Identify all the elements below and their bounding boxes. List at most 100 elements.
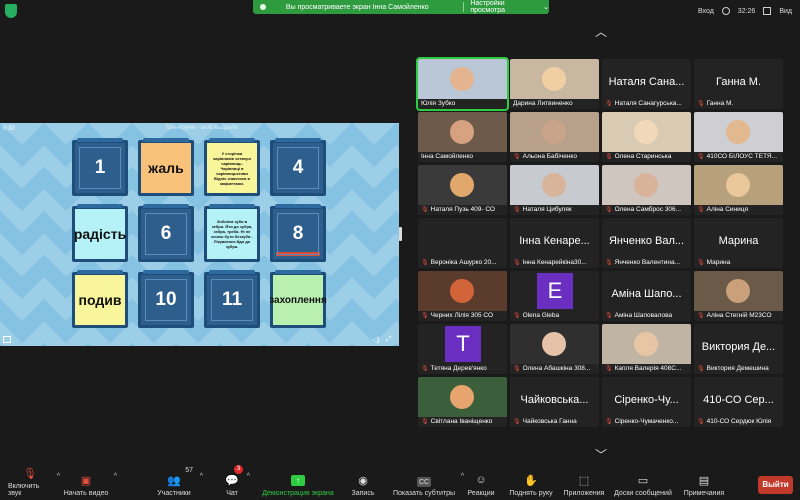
volume-icon[interactable]: ◁) <box>372 336 380 344</box>
video-feed <box>418 165 507 205</box>
participants-button[interactable]: 👥 Участники 57 ^ <box>157 463 203 500</box>
participant-name: 🎙 Аліна Синиця <box>697 206 781 213</box>
raise-hand-button[interactable]: ✋ Поднять руку <box>509 463 553 500</box>
mic-muted-icon: 🎙 <box>513 260 521 266</box>
participant-tile[interactable]: 🎙 Наталя Цибуляк <box>510 165 599 215</box>
mic-muted-icon: 🎙 <box>605 366 613 372</box>
chevron-up-icon[interactable]: ^ <box>247 473 250 480</box>
shared-screen[interactable]: 0:30 Тренируем - шоб выдрати 1 жаль У ст… <box>0 123 399 346</box>
participant-tile[interactable]: Аміна Шапо... 🎙 Аміна Шаповалова <box>602 271 691 321</box>
participant-tile[interactable]: Інна Кенаре... 🎙 Інна Кенарейкіна30... <box>510 218 599 268</box>
view-button[interactable]: Вид <box>779 8 792 15</box>
grid-view-icon[interactable] <box>763 7 772 15</box>
participant-tile[interactable]: Сіренко-Чу... 🎙 Сіренко-Чумаченко... <box>602 377 691 427</box>
notes-button[interactable]: ▤ Примечания <box>683 463 725 500</box>
participant-face <box>634 173 658 197</box>
game-tile-6[interactable]: 6 <box>138 204 194 262</box>
participant-tile[interactable]: 410-СО Сер... 🎙 410-СО Сердюк Юлія <box>694 377 783 427</box>
gallery-down-chevron-icon[interactable]: ﹀ <box>590 449 612 461</box>
game-tile-1[interactable]: 1 <box>72 138 128 196</box>
game-tile-5[interactable]: радість <box>72 204 128 262</box>
cc-icon: CC <box>417 477 431 487</box>
share-screen-button[interactable]: ↑ Демонстрация экрана <box>261 463 335 500</box>
mic-muted-icon: 🎙 <box>697 366 705 372</box>
participant-name-text: Ганна М. <box>706 100 734 107</box>
notes-label: Примечания <box>683 490 725 497</box>
apps-icon: ⬚ <box>578 474 590 487</box>
participant-tile[interactable]: 🎙 Олена Самброс 306... <box>602 165 691 215</box>
screen-timer: 0:30 <box>3 126 15 132</box>
participant-name: 🎙 Інна Кенарейкіна30... <box>513 259 597 266</box>
whiteboards-button[interactable]: ▭ Доски сообщений <box>614 463 672 500</box>
participant-name-text: Інна Самойленко <box>421 153 474 160</box>
captions-button[interactable]: CC Показать субтитры ^ <box>392 463 464 500</box>
game-tile-8[interactable]: 8 <box>270 204 326 262</box>
game-tile-2[interactable]: жаль <box>138 138 194 196</box>
login-button[interactable]: Вход <box>698 8 714 15</box>
game-tile-12[interactable]: захоплення <box>269 270 327 328</box>
game-tile-4[interactable]: 4 <box>270 138 326 196</box>
chat-badge: 3 <box>234 465 243 474</box>
participant-name: Юлія Зубко <box>421 100 505 107</box>
video-button[interactable]: ▣ Начать видео ^ <box>63 463 117 500</box>
participant-tile[interactable]: 🎙 Вероніка Ашурко 20... <box>418 218 507 268</box>
participant-tile[interactable]: Інна Самойленко <box>418 112 507 162</box>
participant-tile[interactable]: E 🎙 Olena Gleba <box>510 271 599 321</box>
participant-tile[interactable]: 🎙 410СО БІЛОУС ТЕТЯ... <box>694 112 783 162</box>
game-tile-9[interactable]: подив <box>72 270 128 328</box>
participant-face <box>542 332 566 356</box>
participant-tile[interactable]: 🎙 Наталя Пузь 409- СО <box>418 165 507 215</box>
leave-button[interactable]: Выйти <box>758 476 793 494</box>
menu-icon[interactable] <box>3 336 11 343</box>
chevron-up-icon[interactable]: ^ <box>114 473 117 480</box>
participant-name: 🎙 Черних Лілія 305 СО <box>421 312 505 319</box>
view-options-button[interactable]: Настройки просмотра ⌄ <box>470 0 549 14</box>
participant-face <box>726 120 750 144</box>
game-tile-8-label: 8 <box>292 223 304 244</box>
game-tile-11[interactable]: 11 <box>204 270 260 328</box>
banner-divider <box>463 2 465 12</box>
mute-button[interactable]: 🎙 Включить звук ^ <box>8 463 60 500</box>
participant-tile[interactable]: T 🎙 Тетяна Дерев'янко <box>418 324 507 374</box>
reactions-button[interactable]: ☺ Реакции <box>467 463 495 500</box>
participant-tile[interactable]: 🎙 Альона Бабіченко <box>510 112 599 162</box>
participant-face <box>634 120 658 144</box>
participant-tile[interactable]: 🎙 Капля Валерія 408С... <box>602 324 691 374</box>
chevron-up-icon[interactable]: ^ <box>461 473 464 480</box>
record-label: Запись <box>351 490 375 497</box>
game-tile-7[interactable]: Зобоїлм зуби в зебри. Йти до зубра, зебр… <box>204 204 260 262</box>
participant-tile[interactable]: 🎙 Світлана Іваніщенко <box>418 377 507 427</box>
shield-icon[interactable] <box>5 4 17 18</box>
participant-name-text: Вероніка Ашурко 20... <box>430 259 497 266</box>
participant-tile[interactable]: Виктория Де... 🎙 Виктория Демешина <box>694 324 783 374</box>
participant-tile[interactable]: 🎙 Аліна Синиця <box>694 165 783 215</box>
fullscreen-icon[interactable]: ⤢ <box>386 336 392 344</box>
resize-handle[interactable] <box>399 227 402 241</box>
participant-tile[interactable]: Марина 🎙 Марина <box>694 218 783 268</box>
participant-tile[interactable]: 🎙 Черних Лілія 305 СО <box>418 271 507 321</box>
participant-name: 🎙 Олена Абашкіна 308... <box>513 365 597 372</box>
participant-face <box>450 385 474 409</box>
participant-tile[interactable]: Янченко Вал... 🎙 Янченко Валентина... <box>602 218 691 268</box>
participant-tile[interactable]: Дарина Литвиненко <box>510 59 599 109</box>
participant-tile[interactable]: 🎙 Олена Абашкіна 308... <box>510 324 599 374</box>
participant-display-name: Виктория Де... <box>701 341 776 353</box>
participant-tile[interactable]: Юлія Зубко <box>416 57 509 111</box>
gallery-up-chevron-icon[interactable]: ︿ <box>590 26 612 38</box>
participant-tile[interactable]: 🎙 Аліна Стегній М23СО <box>694 271 783 321</box>
chat-button[interactable]: 💬 Чат 3 ^ <box>224 463 250 500</box>
participant-name: 🎙 Ганна М. <box>697 100 781 107</box>
apps-button[interactable]: ⬚ Приложения <box>563 463 605 500</box>
view-options-label: Настройки просмотра <box>470 0 505 14</box>
participant-tile[interactable]: Чайковська... 🎙 Чайковська Ганна <box>510 377 599 427</box>
chevron-up-icon[interactable]: ^ <box>57 473 60 480</box>
chevron-up-icon[interactable]: ^ <box>200 473 203 480</box>
screen-share-banner: Вы просматриваете экран Інна Самойленко … <box>253 0 549 14</box>
participant-tile[interactable]: 🎙 Олена Старинська <box>602 112 691 162</box>
record-button[interactable]: ◉ Запись <box>350 463 376 500</box>
game-tile-10[interactable]: 10 <box>138 270 194 328</box>
game-tile-3[interactable]: У сторінки чарівників четверо чарівниць.… <box>204 138 260 196</box>
participant-tile[interactable]: Ганна М. 🎙 Ганна М. <box>694 59 783 109</box>
participant-tile[interactable]: Наталя Сана... 🎙 Наталя Санагурська... <box>602 59 691 109</box>
mic-muted-icon: 🎙 <box>605 419 613 425</box>
